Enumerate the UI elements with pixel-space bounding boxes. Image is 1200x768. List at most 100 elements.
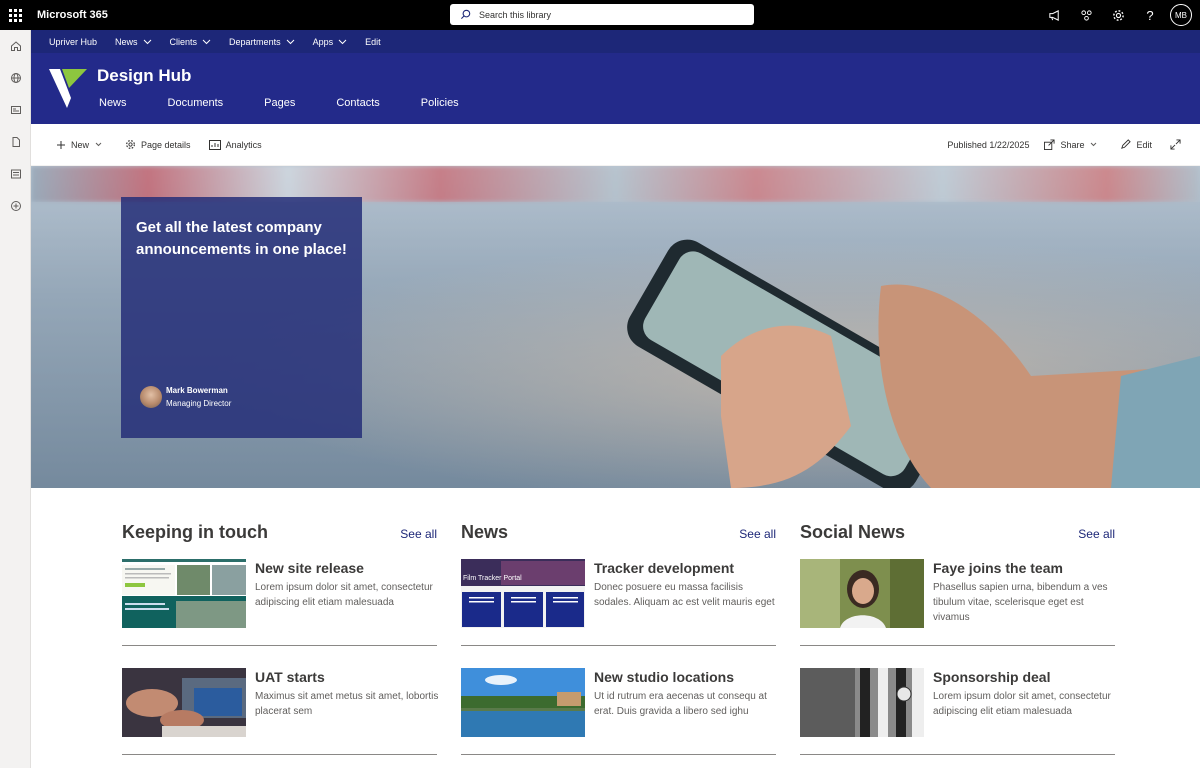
- sitenav-contacts[interactable]: Contacts: [336, 97, 379, 109]
- card-title[interactable]: Sponsorship deal: [933, 669, 1050, 685]
- card-description: Phasellus sapien urna, bibendum a ves ti…: [933, 582, 1108, 623]
- sitenav-documents[interactable]: Documents: [168, 97, 224, 109]
- new-button[interactable]: New: [56, 140, 107, 150]
- news-column-news: News See all Film Tracker Portal Tracker…: [461, 522, 776, 764]
- card-divider: [800, 645, 1115, 646]
- card-title[interactable]: UAT starts: [255, 669, 325, 685]
- help-icon[interactable]: ?: [1134, 0, 1166, 30]
- card-divider: [461, 754, 776, 755]
- thumbnail-football-shirt: [800, 668, 924, 737]
- card-description: Lorem ipsum dolor sit amet, consectetur …: [255, 582, 433, 608]
- card-title[interactable]: Faye joins the team: [933, 560, 1063, 576]
- news-card[interactable]: UAT starts Maximus sit amet metus sit am…: [122, 655, 439, 764]
- news-card[interactable]: New site release Lorem ipsum dolor sit a…: [122, 546, 437, 655]
- sitenav-policies[interactable]: Policies: [421, 97, 459, 109]
- chevron-down-icon: [338, 39, 347, 44]
- hubnav-item-news[interactable]: News: [115, 37, 152, 47]
- published-status: Published 1/22/2025: [947, 139, 1030, 150]
- news-icon[interactable]: [0, 94, 31, 126]
- brand-name[interactable]: Microsoft 365: [37, 9, 108, 21]
- sitenav-pages[interactable]: Pages: [264, 97, 295, 109]
- news-card[interactable]: New studio locations Ut id rutrum era ae…: [461, 655, 776, 764]
- hubnav-item-departments[interactable]: Departments: [229, 37, 295, 47]
- news-card[interactable]: Film Tracker Portal Tracker development …: [461, 546, 776, 655]
- avatar[interactable]: MB: [1170, 4, 1192, 26]
- card-description: Maximus sit amet metus sit amet, loborti…: [255, 691, 439, 717]
- thumbnail-hands-laptop: [122, 668, 246, 737]
- document-icon[interactable]: [0, 126, 31, 158]
- hubnav-label: Clients: [169, 36, 198, 47]
- author-role: Managing Director: [166, 399, 232, 408]
- hero-author[interactable]: Mark Bowerman Managing Director: [140, 386, 231, 408]
- site-header: Design Hub News Documents Pages Contacts…: [31, 53, 1200, 124]
- hubnav-item-edit[interactable]: Edit: [365, 37, 381, 47]
- edit-label: Edit: [1136, 139, 1152, 150]
- site-logo[interactable]: [49, 68, 89, 108]
- hubnav-item-upriver-hub[interactable]: Upriver Hub: [49, 37, 97, 47]
- share-network-icon[interactable]: [1070, 0, 1102, 30]
- column-title: News: [461, 522, 509, 542]
- search-box[interactable]: [450, 4, 754, 25]
- new-label: New: [71, 139, 90, 150]
- card-description: Ut id rutrum era aecenas ut consequ at e…: [594, 691, 767, 717]
- see-all-link[interactable]: See all: [400, 527, 437, 541]
- edit-button[interactable]: Edit: [1120, 139, 1152, 150]
- suite-bar: Microsoft 365 ? MB: [0, 0, 1200, 30]
- page-details-label: Page details: [141, 139, 191, 150]
- analytics-label: Analytics: [225, 139, 262, 150]
- sitenav-news[interactable]: News: [99, 97, 127, 109]
- analytics-icon: [208, 139, 221, 150]
- hub-navigation: Upriver Hub News Clients Departments App…: [31, 30, 1200, 53]
- chevron-down-icon: [286, 39, 294, 44]
- news-card[interactable]: Sponsorship deal Lorem ipsum dolor sit a…: [800, 655, 1115, 764]
- pencil-icon: [1121, 139, 1132, 149]
- share-icon: [1044, 139, 1055, 150]
- card-divider: [461, 645, 776, 646]
- hubnav-label: Upriver Hub: [49, 36, 98, 47]
- command-bar: New Page details Analytics Published 1/2…: [31, 124, 1200, 166]
- plus-icon: [57, 140, 65, 149]
- card-title[interactable]: New studio locations: [594, 669, 734, 685]
- news-column-keeping-in-touch: Keeping in touch See all New site releas…: [122, 522, 439, 764]
- column-title: Keeping in touch: [122, 522, 268, 542]
- see-all-link[interactable]: See all: [739, 527, 776, 541]
- card-title[interactable]: New site release: [255, 560, 364, 576]
- search-icon: [460, 9, 471, 20]
- list-icon[interactable]: [0, 158, 31, 190]
- see-all-link[interactable]: See all: [1078, 527, 1115, 541]
- hero-title: Get all the latest company announcements…: [136, 219, 347, 258]
- gear-icon[interactable]: [1102, 0, 1134, 30]
- app-launcher-icon[interactable]: [0, 0, 30, 30]
- share-button[interactable]: Share: [1044, 139, 1102, 150]
- site-title[interactable]: Design Hub: [97, 66, 191, 86]
- hubnav-item-clients[interactable]: Clients: [170, 37, 212, 47]
- hubnav-label: Departments: [229, 36, 281, 47]
- card-divider: [122, 754, 437, 755]
- hubnav-item-apps[interactable]: Apps: [313, 37, 348, 47]
- author-avatar: [140, 386, 162, 408]
- thumbnail-river-town: [461, 668, 585, 737]
- thumbnail-woman-portrait: [800, 559, 924, 628]
- page-details-button[interactable]: Page details: [125, 139, 191, 150]
- home-icon[interactable]: [0, 30, 31, 62]
- megaphone-icon[interactable]: [1038, 0, 1070, 30]
- thumbnail-site-screenshot: [122, 559, 246, 628]
- share-label: Share: [1060, 139, 1085, 150]
- expand-icon[interactable]: [1170, 139, 1186, 150]
- card-description: Donec posuere eu massa facilisis sodales…: [594, 582, 775, 608]
- card-divider: [800, 754, 1115, 755]
- chevron-down-icon: [202, 39, 211, 44]
- hero-banner[interactable]: Get all the latest company announcements…: [31, 166, 1200, 488]
- analytics-button[interactable]: Analytics: [208, 139, 262, 150]
- site-navigation: News Documents Pages Contacts Policies: [99, 97, 500, 109]
- chevron-down-icon: [143, 39, 151, 44]
- card-title[interactable]: Tracker development: [594, 560, 734, 576]
- news-column-social-news: Social News See all Faye joins the team …: [800, 522, 1115, 764]
- search-input[interactable]: [479, 9, 729, 20]
- thumbnail-film-tracker: Film Tracker Portal: [461, 559, 585, 628]
- add-circle-icon[interactable]: [0, 190, 31, 222]
- column-title: Social News: [800, 522, 906, 542]
- hero-card[interactable]: Get all the latest company announcements…: [121, 197, 362, 438]
- globe-icon[interactable]: [0, 62, 31, 94]
- news-card[interactable]: Faye joins the team Phasellus sapien urn…: [800, 546, 1115, 655]
